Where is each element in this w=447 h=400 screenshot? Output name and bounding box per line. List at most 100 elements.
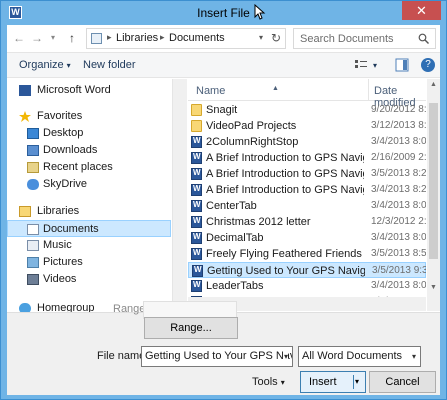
file-row[interactable]: VideoPad Projects 3/12/2013 8:52 AM xyxy=(188,118,426,134)
help-icon[interactable]: ? xyxy=(421,58,435,72)
music-icon xyxy=(27,240,39,251)
breadcrumb-separator[interactable]: ▸ xyxy=(107,32,112,43)
organize-button[interactable]: Organize ▾ xyxy=(19,59,71,71)
file-row[interactable]: DecimalTab 3/4/2013 8:03 PM xyxy=(188,230,426,246)
file-name: A Brief Introduction to GPS Navigation xyxy=(206,184,364,196)
file-type-dropdown-icon[interactable]: ▾ xyxy=(412,347,416,366)
file-date-modified: 12/3/2012 2:38 PM xyxy=(371,216,426,227)
breadcrumb-documents[interactable]: Documents xyxy=(169,32,225,44)
nav-item-desktop[interactable]: Desktop xyxy=(7,125,171,142)
file-date-modified: 3/4/2013 8:03 PM xyxy=(371,232,426,243)
nav-item-recent-places[interactable]: Recent places xyxy=(7,159,171,176)
search-box[interactable]: Search Documents xyxy=(293,28,436,49)
nav-item-music[interactable]: Music xyxy=(7,237,171,254)
dialog-body: ← → ▾ ↑ ▸ Libraries ▸ Documents ▾ ↻ Sear… xyxy=(7,25,440,395)
file-type-value: All Word Documents xyxy=(302,350,403,362)
forward-arrow-icon[interactable]: → xyxy=(29,30,45,46)
file-list-scrollbar[interactable]: ▲ ▼ xyxy=(427,79,440,311)
word-document-icon xyxy=(191,280,202,292)
tools-chevron-icon[interactable]: ▾ xyxy=(281,378,285,387)
file-name-dropdown-icon[interactable]: ▾ xyxy=(283,347,288,366)
insert-label: Insert xyxy=(309,376,337,388)
file-name: LeaderTabs xyxy=(206,280,264,292)
column-header-name[interactable]: Name xyxy=(196,85,225,97)
file-list: ▲ Name Date modified Snagit 9/20/2012 8:5… xyxy=(188,79,426,311)
preview-pane-icon[interactable] xyxy=(395,58,409,72)
dialog-footer: Range: Range... File name: Getting Used … xyxy=(7,301,440,395)
column-divider[interactable] xyxy=(368,79,369,101)
file-type-select[interactable]: All Word Documents ▾ xyxy=(298,346,421,367)
word-document-icon xyxy=(191,216,202,228)
file-row[interactable]: Snagit 9/20/2012 8:53 PM xyxy=(188,102,426,118)
file-name: VideoPad Projects xyxy=(206,120,297,132)
scroll-down-icon[interactable]: ▼ xyxy=(427,284,440,291)
file-row[interactable]: LeaderTabs 3/4/2013 8:03 PM xyxy=(188,278,426,294)
column-header-row: ▲ Name Date modified xyxy=(188,79,426,109)
file-row[interactable]: A Brief Introduction to GPS Navigation 3… xyxy=(188,166,426,182)
recent-locations-chevron-icon[interactable]: ▾ xyxy=(45,30,61,46)
nav-item-microsoft-word[interactable]: Microsoft Word xyxy=(7,82,171,99)
file-date-modified: 3/12/2013 8:52 AM xyxy=(371,120,426,131)
view-options-icon[interactable] xyxy=(354,58,368,72)
insert-button[interactable]: Insert ▾ xyxy=(300,371,366,393)
file-date-modified: 9/20/2012 8:53 PM xyxy=(371,104,426,115)
file-name: Getting Used to Your GPS Navigation De..… xyxy=(207,265,365,277)
back-arrow-icon[interactable]: ← xyxy=(11,30,27,46)
new-folder-button[interactable]: New folder xyxy=(83,59,136,71)
nav-item-label: Documents xyxy=(43,223,99,235)
file-date-modified: 3/4/2013 8:03 PM xyxy=(371,280,426,291)
file-name: Snagit xyxy=(206,104,238,116)
up-arrow-icon[interactable]: ↑ xyxy=(64,30,80,46)
file-name-field[interactable]: Getting Used to Your GPS Navigation ▾ xyxy=(141,346,293,367)
nav-item-label: Favorites xyxy=(37,110,83,122)
nav-item-label: SkyDrive xyxy=(43,178,88,190)
word-document-icon xyxy=(192,265,203,277)
downloads-icon xyxy=(27,145,39,156)
nav-item-pictures[interactable]: Pictures xyxy=(7,254,171,271)
nav-item-favorites[interactable]: Favorites xyxy=(7,108,171,125)
cancel-button[interactable]: Cancel xyxy=(369,371,436,393)
cloud-icon xyxy=(27,179,39,190)
insert-dropdown-icon[interactable]: ▾ xyxy=(355,372,359,392)
nav-item-downloads[interactable]: Downloads xyxy=(7,142,171,159)
file-row[interactable]: A Brief Introduction to GPS Navigation 3/… xyxy=(188,182,426,198)
close-button[interactable]: ✕ xyxy=(402,1,441,20)
search-input[interactable]: Search Documents xyxy=(300,33,394,45)
search-icon xyxy=(418,33,429,44)
nav-item-documents[interactable]: Documents xyxy=(7,220,171,237)
command-toolbar: Organize ▾ New folder ▾ ? xyxy=(7,52,440,78)
word-document-icon xyxy=(191,248,202,260)
file-row[interactable]: Getting Used to Your GPS Navigation De..… xyxy=(188,262,426,278)
refresh-icon[interactable]: ↻ xyxy=(271,31,281,45)
file-name: A Brief Introduction to GPS Navigation 3 xyxy=(206,168,364,180)
file-row[interactable]: CenterTab 3/4/2013 8:03 PM xyxy=(188,198,426,214)
desktop-icon xyxy=(27,128,39,139)
file-date-modified: 3/5/2013 8:29 AM xyxy=(371,168,426,179)
address-bar[interactable]: ▸ Libraries ▸ Documents ▾ ↻ xyxy=(86,28,286,49)
file-name: Freely Flying Feathered Friends Fraterni… xyxy=(206,248,364,260)
breadcrumb-libraries[interactable]: Libraries xyxy=(116,32,158,44)
nav-item-libraries[interactable]: Libraries xyxy=(7,203,171,220)
scrollbar-thumb[interactable] xyxy=(429,103,438,259)
file-row[interactable]: Christmas 2012 letter 12/3/2012 2:38 PM xyxy=(188,214,426,230)
documents-icon xyxy=(27,224,39,235)
nav-item-videos[interactable]: Videos xyxy=(7,271,171,288)
range-button[interactable]: Range... xyxy=(144,317,238,339)
tools-menu[interactable]: Tools ▾ xyxy=(252,376,285,388)
file-row[interactable]: Freely Flying Feathered Friends Fraterni… xyxy=(188,246,426,262)
file-date-modified: 3/4/2013 8:03 PM xyxy=(371,200,426,211)
scroll-up-icon[interactable]: ▲ xyxy=(427,81,440,88)
nav-item-skydrive[interactable]: SkyDrive xyxy=(7,176,171,193)
breadcrumb-separator[interactable]: ▸ xyxy=(160,32,165,43)
file-row[interactable]: A Brief Introduction to GPS Navigation 3… xyxy=(188,150,426,166)
word-icon xyxy=(19,85,31,96)
nav-item-label: Recent places xyxy=(43,161,113,173)
address-dropdown-icon[interactable]: ▾ xyxy=(259,33,263,42)
navigation-pane-scrollbar[interactable] xyxy=(173,79,187,311)
title-bar[interactable]: W Insert File ✕ xyxy=(1,1,446,25)
file-date-modified: 3/4/2013 8:03 PM xyxy=(371,136,426,147)
file-row[interactable]: 2ColumnRightStop 3/4/2013 8:03 PM xyxy=(188,134,426,150)
navigation-bar: ← → ▾ ↑ ▸ Libraries ▸ Documents ▾ ↻ Sear… xyxy=(7,25,440,51)
view-chevron-icon[interactable]: ▾ xyxy=(373,61,377,70)
nav-item-label: Libraries xyxy=(37,205,80,217)
